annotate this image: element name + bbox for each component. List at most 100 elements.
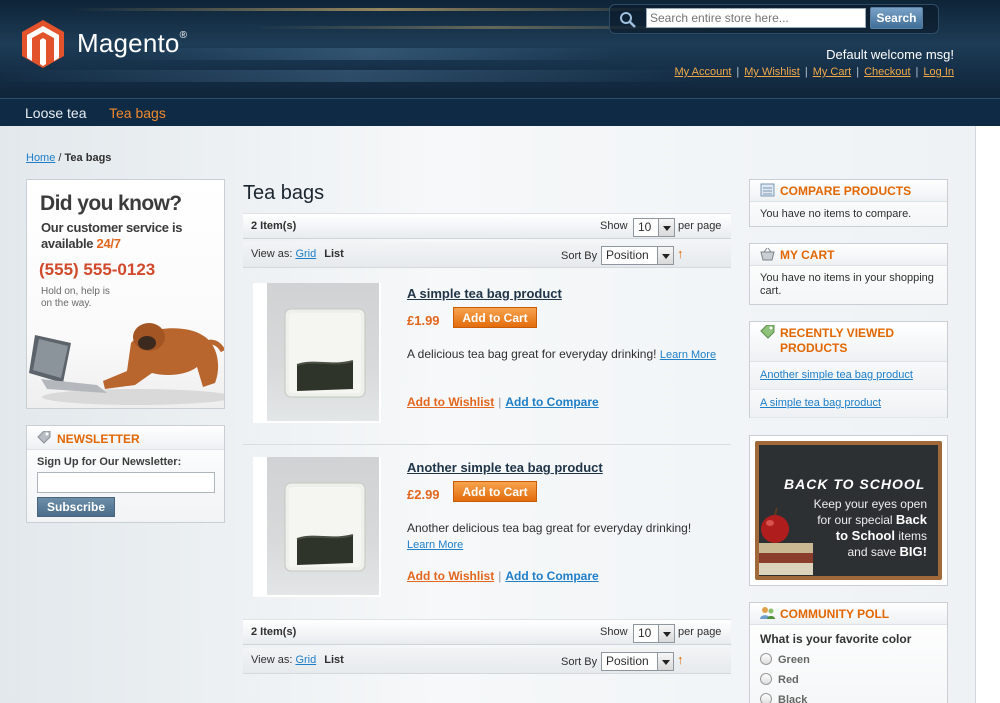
main-nav: Loose tea Tea bags [0,98,1000,126]
search-button[interactable]: Search [870,7,923,29]
toolbar-bottom: 2 Item(s) Show 10 per page [243,619,731,645]
learn-more-link[interactable]: Learn More [407,539,463,551]
radio-button[interactable] [760,673,772,685]
list-item: A simple tea bag product [750,390,947,418]
poll-header: COMMUNITY POLL [750,603,947,625]
my-wishlist-link[interactable]: My Wishlist [744,66,800,78]
ad-title: Did you know? [40,192,182,215]
people-icon [760,607,775,619]
view-list-current: List [324,654,344,666]
my-cart-block: MY CART You have no items in your shoppi… [749,243,948,305]
top-links: My Account | My Wishlist | My Cart | Checkout |… [674,66,954,78]
my-cart-link[interactable]: My Cart [813,66,852,78]
page-edge [975,126,1000,703]
page-title: Tea bags [243,182,325,204]
customer-service-ad[interactable]: Did you know? Our customer service is av… [26,179,225,409]
product-image[interactable] [253,457,381,597]
product-description: A delicious tea bag great for everyday d… [407,347,717,361]
tag-icon [760,325,775,339]
checkout-link[interactable]: Checkout [864,66,910,78]
view-grid-link[interactable]: Grid [295,654,316,666]
newsletter-header: NEWSLETTER [27,426,224,450]
sort-direction-icon[interactable]: ↑ [677,652,684,667]
product-image[interactable] [253,283,381,423]
tea-bag-icon [284,308,366,398]
radio-button[interactable] [760,653,772,665]
recent-product-link[interactable]: Another simple tea bag product [760,369,913,381]
subscribe-button[interactable]: Subscribe [37,497,115,517]
radio-button[interactable] [760,693,772,703]
view-grid-link[interactable]: Grid [295,248,316,260]
sort-by-label: Sort By [561,656,598,668]
apple-books-illustration [759,507,813,575]
list-item: Another simple tea bag product [750,362,947,390]
add-to-compare-link[interactable]: Add to Compare [505,395,598,409]
add-to-wishlist-link[interactable]: Add to Wishlist [407,569,494,583]
product-item: Another simple tea bag product £2.99 Add… [243,457,731,629]
welcome-message: Default welcome msg! [826,47,954,62]
back-to-school-banner[interactable]: BACK TO SCHOOL Keep your eyes open for o… [749,435,948,586]
toolbar-top: 2 Item(s) Show 10 per page [243,213,731,239]
logo-text[interactable]: Magento® [77,28,187,59]
chevron-down-icon [657,247,673,264]
product-name-link[interactable]: A simple tea bag product [407,286,562,301]
product-item: A simple tea bag product £1.99 Add to Ca… [243,283,731,455]
poll-option[interactable]: Red [750,666,947,686]
poll-option[interactable]: Green [750,646,947,666]
nav-item-tea-bags[interactable]: Tea bags [109,105,166,121]
pager-top: View as: Grid List Sort By Position ↑ [243,242,731,268]
dog-laptop-illustration [29,323,224,405]
envelope-tag-icon [37,431,51,444]
product-name-link[interactable]: Another simple tea bag product [407,460,603,475]
per-page-label: per page [678,220,722,232]
chalkboard: BACK TO SCHOOL Keep your eyes open for o… [755,441,942,580]
recent-header: RECENTLY VIEWED PRODUCTS [750,322,947,362]
recent-product-link[interactable]: A simple tea bag product [760,397,881,409]
search-icon [620,12,636,28]
pager-bottom: View as: Grid List Sort By Position ↑ [243,648,731,674]
chevron-down-icon [658,219,674,236]
breadcrumb-current: Tea bags [64,152,112,164]
item-count: 2 Item(s) [251,626,297,638]
sort-direction-icon[interactable]: ↑ [677,246,684,261]
per-page-label: per page [678,626,722,638]
ad-subtitle: Our customer service is available 24/7 [41,220,183,251]
product-description: Another delicious tea bag great for ever… [407,521,692,551]
product-actions: Add to Wishlist | Add to Compare [407,569,599,583]
compare-empty-text: You have no items to compare. [760,208,912,220]
product-price: £2.99 [407,487,440,502]
recently-viewed-block: RECENTLY VIEWED PRODUCTS Another simple t… [749,321,948,418]
cart-header: MY CART [750,244,947,266]
compare-products-block: COMPARE PRODUCTS You have no items to co… [749,179,948,227]
promo-title: BACK TO SCHOOL [784,476,926,492]
newsletter-email-input[interactable] [37,472,215,493]
search-input[interactable] [646,8,866,28]
show-label: Show [600,626,628,638]
breadcrumb: Home / Tea bags [26,152,112,164]
log-in-link[interactable]: Log In [923,66,954,78]
my-account-link[interactable]: My Account [675,66,732,78]
learn-more-link[interactable]: Learn More [660,349,716,361]
add-to-cart-button[interactable]: Add to Cart [453,307,537,328]
cart-empty-text: You have no items in your shopping cart. [760,272,934,297]
limit-select[interactable]: 10 [633,218,675,237]
poll-option[interactable]: Black [750,686,947,703]
limit-select[interactable]: 10 [633,624,675,643]
compare-header: COMPARE PRODUCTS [750,180,947,202]
sort-select[interactable]: Position [601,246,674,265]
compare-list-icon [760,183,775,197]
add-to-wishlist-link[interactable]: Add to Wishlist [407,395,494,409]
product-divider [243,444,731,445]
ad-phone: (555) 555-0123 [39,260,156,279]
nav-item-loose-tea[interactable]: Loose tea [25,105,87,121]
newsletter-label: Sign Up for Our Newsletter: [37,456,182,468]
add-to-compare-link[interactable]: Add to Compare [505,569,598,583]
breadcrumb-home[interactable]: Home [26,152,55,164]
sort-by-label: Sort By [561,250,598,262]
basket-icon [760,247,775,261]
product-price: £1.99 [407,313,440,328]
view-mode: View as: Grid List [251,248,344,260]
add-to-cart-button[interactable]: Add to Cart [453,481,537,502]
sort-select[interactable]: Position [601,652,674,671]
magento-logo-icon[interactable] [22,20,64,68]
